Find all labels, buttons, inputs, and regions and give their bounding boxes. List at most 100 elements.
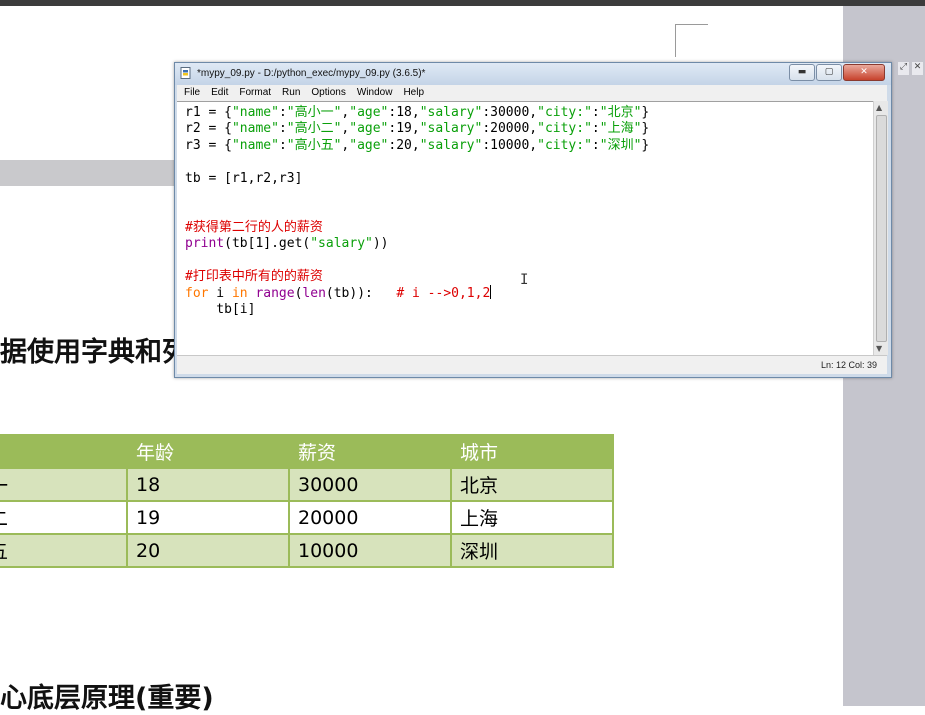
table-cell: 20000 <box>288 500 452 535</box>
code-token: "name" <box>231 121 279 137</box>
scroll-up-icon[interactable]: ▲ <box>876 103 882 112</box>
code-line: #打印表中所有的的薪资 <box>185 269 649 285</box>
menu-window[interactable]: Window <box>350 85 397 98</box>
code-token: :19, <box>388 121 420 137</box>
table-cell: 北京 <box>450 467 614 502</box>
code-token: :20, <box>388 137 420 153</box>
code-token: "salary" <box>419 121 483 137</box>
menu-run[interactable]: Run <box>275 85 304 98</box>
table-cell: 19 <box>126 500 290 535</box>
code-token: "深圳" <box>599 137 642 153</box>
code-token: "北京" <box>599 105 642 120</box>
table-header-row: 名 年龄 薪资 城市 <box>0 434 614 469</box>
code-editor[interactable]: r1 = {"name":"高小一","age":18,"salary":300… <box>177 101 873 356</box>
code-line: r2 = {"name":"高小二","age":19,"salary":200… <box>185 121 649 137</box>
header-cell: 名 <box>0 434 128 469</box>
code-token: "city:" <box>537 137 592 153</box>
code-token: in <box>231 286 248 302</box>
code-token: } <box>641 105 650 120</box>
code-token: : <box>591 121 600 137</box>
status-bar: Ln: 12 Col: 39 <box>177 355 887 374</box>
table-row: 小二 19 20000 上海 <box>0 500 614 535</box>
menu-help[interactable]: Help <box>396 85 428 98</box>
code-token: :10000, <box>482 137 538 153</box>
code-token: :20000, <box>482 121 538 137</box>
python-file-icon <box>180 67 191 79</box>
cursor-position: Ln: 12 Col: 39 <box>820 360 877 370</box>
header-cell: 薪资 <box>288 434 452 469</box>
code-token: "高小一" <box>286 105 342 120</box>
code-text[interactable]: r1 = {"name":"高小一","age":18,"salary":300… <box>185 105 649 318</box>
menu-file[interactable]: File <box>177 85 204 98</box>
table-cell: 10000 <box>288 533 452 568</box>
code-token: "上海" <box>599 121 642 137</box>
code-token: print <box>185 236 225 252</box>
table-cell: 18 <box>126 467 290 502</box>
code-token: "salary" <box>310 236 373 252</box>
text-caret <box>490 285 492 300</box>
table-cell: 20 <box>126 533 290 568</box>
code-token: "salary" <box>419 137 483 153</box>
scroll-down-icon[interactable]: ▼ <box>876 344 882 353</box>
menu-options[interactable]: Options <box>304 85 349 98</box>
menu-bar: File Edit Format Run Options Window Help <box>177 85 887 101</box>
code-line: for i in range(len(tb)): # i -->0,1,2 <box>185 285 649 301</box>
code-token: tb[i] <box>185 301 256 317</box>
page-corner-mark <box>675 24 708 57</box>
code-token: r1 = { <box>185 105 232 120</box>
code-token: "高小二" <box>286 121 342 137</box>
minimize-button[interactable]: ▬ <box>789 64 815 81</box>
code-token: : <box>591 137 600 153</box>
code-token: "city:" <box>537 105 592 120</box>
code-token: : <box>278 121 287 137</box>
code-token: "name" <box>231 137 279 153</box>
code-token: "age" <box>349 105 389 120</box>
code-token: : <box>278 137 287 153</box>
code-line: r1 = {"name":"高小一","age":18,"salary":300… <box>185 105 649 121</box>
scroll-thumb[interactable] <box>876 115 887 342</box>
code-token: for <box>185 286 209 302</box>
section-heading-2: 心底层原理(重要) <box>0 683 214 714</box>
code-line: r3 = {"name":"高小五","age":20,"salary":100… <box>185 138 649 154</box>
code-token: len <box>302 286 326 302</box>
outer-window-controls: ⤢ ✕ <box>898 62 925 75</box>
expand-icon[interactable]: ⤢ <box>898 62 909 75</box>
table-cell: 深圳 <box>450 533 614 568</box>
vertical-scrollbar[interactable]: ▲ ▼ <box>873 101 888 355</box>
code-token: "age" <box>349 121 389 137</box>
code-token: :18, <box>388 105 420 120</box>
data-table: 名 年龄 薪资 城市 小一 18 30000 北京 小二 19 20000 上海… <box>0 434 614 568</box>
table-row: 小五 20 10000 深圳 <box>0 533 614 568</box>
table-cell: 小二 <box>0 500 128 535</box>
code-token: :30000, <box>482 105 538 120</box>
text-cursor-icon: I <box>520 272 529 288</box>
code-token: (tb[1].get( <box>224 236 311 252</box>
code-token: "高小五" <box>286 137 342 153</box>
code-token: r3 = { <box>185 137 232 153</box>
window-title: *mypy_09.py - D:/python_exec/mypy_09.py … <box>197 68 426 79</box>
code-token: "age" <box>349 137 389 153</box>
close-icon[interactable]: ✕ <box>912 62 923 75</box>
code-token: (tb)): <box>325 286 397 302</box>
idle-editor-window[interactable]: *mypy_09.py - D:/python_exec/mypy_09.py … <box>174 62 892 378</box>
code-token: : <box>591 105 600 120</box>
close-button[interactable]: ✕ <box>843 64 885 81</box>
code-token: i <box>208 286 232 302</box>
code-token: "name" <box>231 105 279 120</box>
section-heading: 据使用字典和列 <box>0 337 189 368</box>
window-controls: ▬ ▢ ✕ <box>788 64 885 81</box>
window-titlebar[interactable]: *mypy_09.py - D:/python_exec/mypy_09.py … <box>175 63 891 85</box>
code-line: tb[i] <box>185 302 649 318</box>
code-token: } <box>641 121 650 137</box>
code-line: tb = [r1,r2,r3] <box>185 171 649 187</box>
menu-edit[interactable]: Edit <box>204 85 232 98</box>
table-row: 小一 18 30000 北京 <box>0 467 614 502</box>
menu-format[interactable]: Format <box>232 85 275 98</box>
code-token: "salary" <box>419 105 483 120</box>
maximize-button[interactable]: ▢ <box>816 64 842 81</box>
code-token: )) <box>372 236 389 252</box>
code-token: range <box>255 286 295 302</box>
